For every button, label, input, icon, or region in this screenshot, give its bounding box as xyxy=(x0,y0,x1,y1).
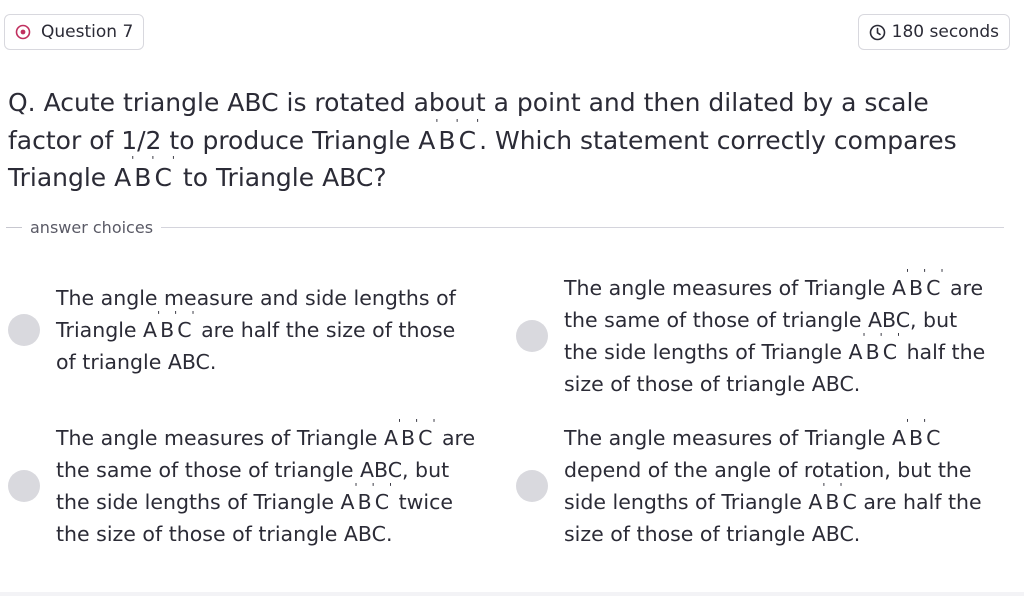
radio-button[interactable] xyxy=(8,470,40,502)
answer-choice-text: The angle measures of Triangle A'B'C' ar… xyxy=(564,267,986,396)
answer-choice-text: The angle measures of Triangle A'B'C' ar… xyxy=(56,417,476,546)
divider-line xyxy=(161,226,1004,228)
target-icon xyxy=(15,24,31,40)
timer-badge: 180 seconds xyxy=(857,14,1010,50)
answer-choices-label: answer choices xyxy=(30,217,154,237)
question-number-badge: Question 7 xyxy=(4,14,145,50)
question-prompt: Q. Acute triangle ABC is rotated about a… xyxy=(8,88,957,192)
answer-choice-1[interactable]: The angle measure and side lengths of Tr… xyxy=(8,282,478,378)
question-number-label: Question 7 xyxy=(41,22,134,42)
answer-choice-text: The angle measure and side lengths of Tr… xyxy=(56,286,456,374)
radio-button[interactable] xyxy=(8,314,40,346)
timer-label: 180 seconds xyxy=(891,22,999,42)
answer-choice-4[interactable]: The angle measures of Triangle A'B'C dep… xyxy=(516,417,986,550)
answer-choice-2[interactable]: The angle measures of Triangle A'B'C' ar… xyxy=(516,267,986,400)
answer-choice-text: The angle measures of Triangle A'B'C dep… xyxy=(564,417,982,546)
radio-button[interactable] xyxy=(516,320,548,352)
radio-button[interactable] xyxy=(516,470,548,502)
divider-line xyxy=(6,226,22,228)
answer-choices-divider: answer choices xyxy=(6,216,1004,238)
question-card: Question 7 180 seconds Q. Acute triangle… xyxy=(0,0,1024,592)
clock-icon xyxy=(869,24,886,41)
answer-choice-3[interactable]: The angle measures of Triangle A'B'C' ar… xyxy=(8,417,478,550)
